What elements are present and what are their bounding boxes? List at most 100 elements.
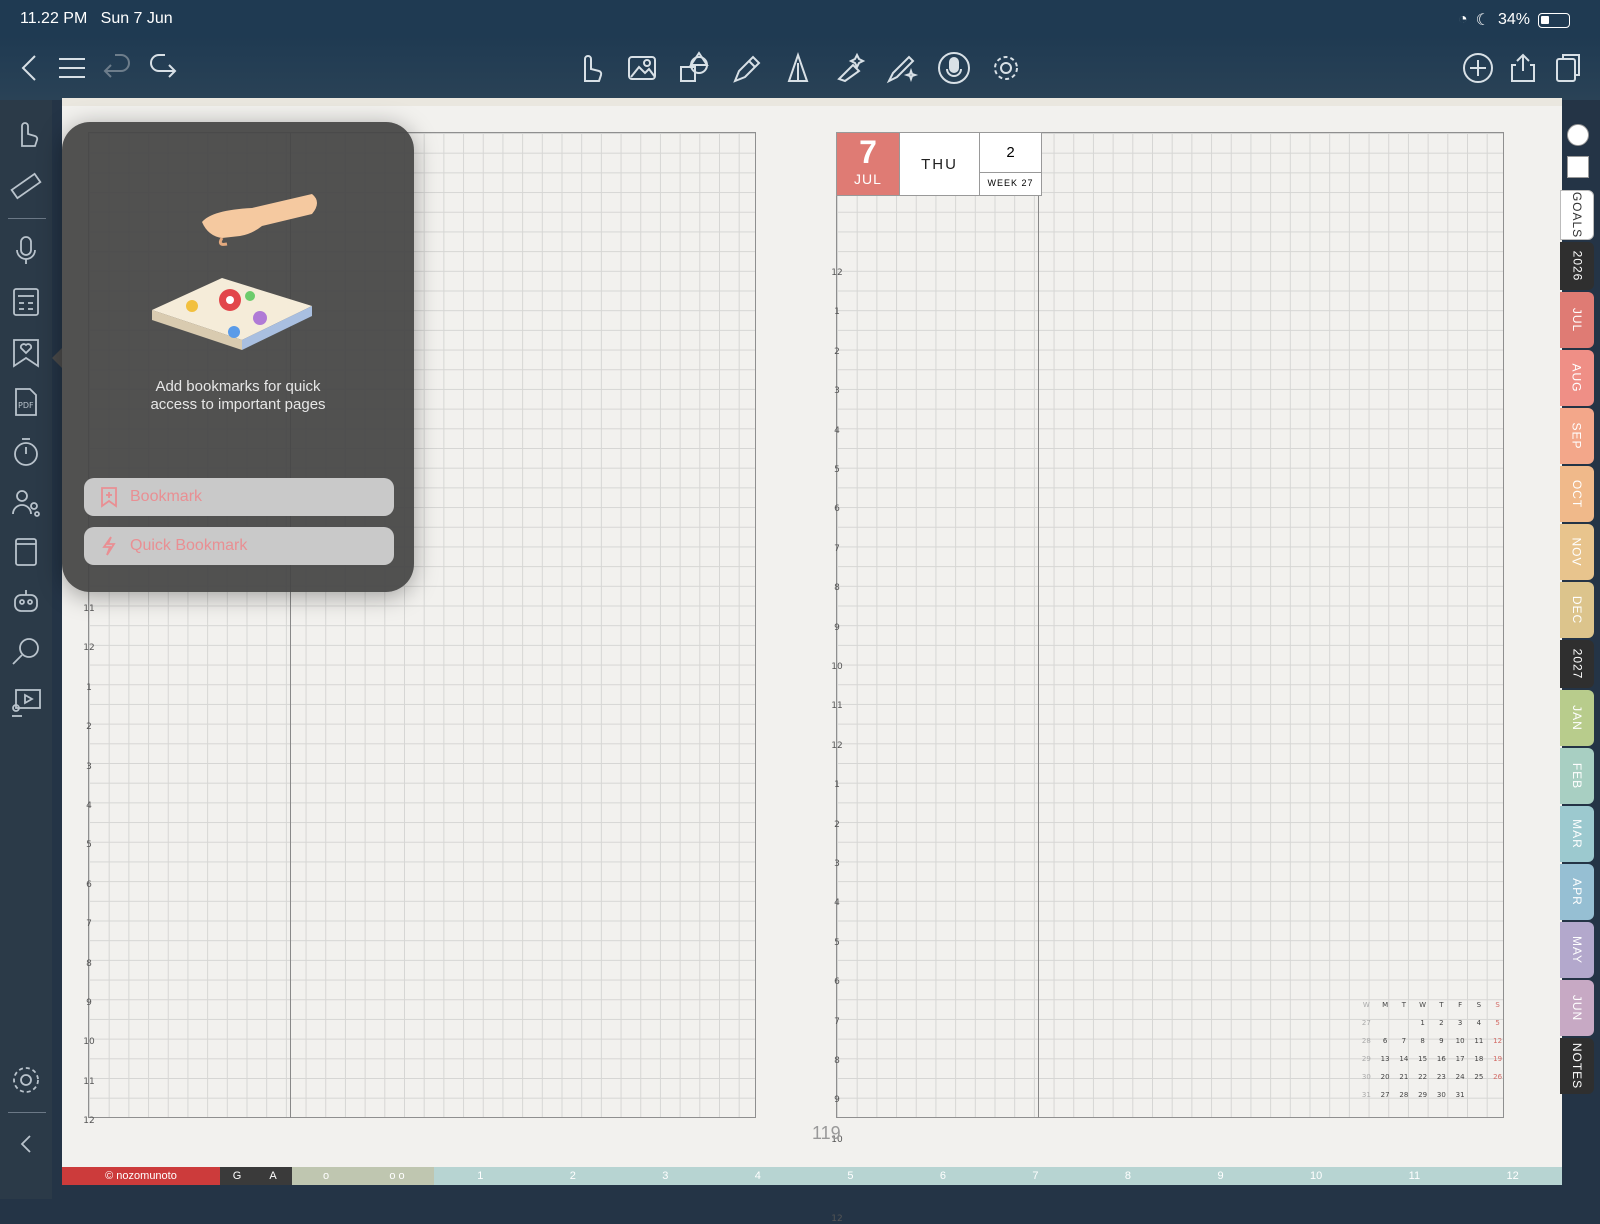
redo-icon[interactable] bbox=[142, 48, 182, 88]
image-icon[interactable] bbox=[622, 48, 662, 88]
hand-icon[interactable] bbox=[570, 48, 610, 88]
month-tab[interactable]: 8 bbox=[1125, 1170, 1131, 1182]
tab-feb[interactable]: FEB bbox=[1560, 748, 1594, 804]
month-tab[interactable]: 3 bbox=[662, 1170, 668, 1182]
month-tab[interactable]: 12 bbox=[1506, 1170, 1518, 1182]
pages-icon[interactable] bbox=[1548, 48, 1588, 88]
month-tab[interactable]: 4 bbox=[755, 1170, 761, 1182]
index-icon[interactable] bbox=[1567, 156, 1589, 178]
month-tab[interactable]: 1 bbox=[477, 1170, 483, 1182]
month-tab[interactable]: 10 bbox=[1310, 1170, 1322, 1182]
hand-icon[interactable] bbox=[8, 116, 44, 152]
share-people-icon[interactable] bbox=[8, 484, 44, 520]
calendar-day[interactable]: 6 bbox=[1376, 1032, 1395, 1050]
calendar-day[interactable]: 28 bbox=[1357, 1032, 1376, 1050]
timer-icon[interactable] bbox=[8, 434, 44, 470]
presentation-icon[interactable] bbox=[8, 684, 44, 720]
settings-icon[interactable] bbox=[8, 1062, 44, 1098]
tab-jan[interactable]: JAN bbox=[1560, 690, 1594, 746]
calendar-day[interactable]: 13 bbox=[1376, 1050, 1395, 1068]
calendar-day[interactable]: 5 bbox=[1488, 1014, 1507, 1032]
shapes-icon[interactable] bbox=[674, 48, 714, 88]
robot-icon[interactable] bbox=[8, 584, 44, 620]
bookmark-button[interactable]: Bookmark bbox=[84, 478, 394, 516]
month-tab[interactable]: 7 bbox=[1032, 1170, 1038, 1182]
calendar-day[interactable]: 31 bbox=[1451, 1086, 1470, 1104]
calendar-day[interactable]: 14 bbox=[1395, 1050, 1414, 1068]
calendar-day[interactable]: 8 bbox=[1413, 1032, 1432, 1050]
calendar-day[interactable]: 27 bbox=[1357, 1014, 1376, 1032]
calendar-day[interactable]: 11 bbox=[1470, 1032, 1489, 1050]
home-icon[interactable] bbox=[1567, 124, 1589, 146]
calendar-day[interactable]: 20 bbox=[1376, 1068, 1395, 1086]
tab-notes[interactable]: NOTES bbox=[1560, 1038, 1594, 1094]
calendar-day[interactable]: 22 bbox=[1413, 1068, 1432, 1086]
marker-icon[interactable] bbox=[726, 48, 766, 88]
month-tab[interactable]: 6 bbox=[940, 1170, 946, 1182]
tab-apr[interactable]: APR bbox=[1560, 864, 1594, 920]
lamp-icon[interactable] bbox=[778, 48, 818, 88]
add-icon[interactable] bbox=[1458, 48, 1498, 88]
calendar-day[interactable]: 19 bbox=[1488, 1050, 1507, 1068]
right-grid[interactable] bbox=[836, 132, 1504, 1118]
calendar-day[interactable]: 17 bbox=[1451, 1050, 1470, 1068]
microphone-icon[interactable] bbox=[8, 232, 44, 268]
magic-brush-icon[interactable] bbox=[830, 48, 870, 88]
quick-bookmark-button[interactable]: Quick Bookmark bbox=[84, 527, 394, 565]
calendar-day[interactable]: 24 bbox=[1451, 1068, 1470, 1086]
calendar-day[interactable]: 21 bbox=[1395, 1068, 1414, 1086]
calendar-day[interactable]: 9 bbox=[1432, 1032, 1451, 1050]
month-tab[interactable]: 2 bbox=[570, 1170, 576, 1182]
calendar-day[interactable] bbox=[1470, 1086, 1489, 1104]
tab-may[interactable]: MAY bbox=[1560, 922, 1594, 978]
share-icon[interactable] bbox=[1503, 48, 1543, 88]
calendar-day[interactable]: 4 bbox=[1470, 1014, 1489, 1032]
calendar-day[interactable]: 12 bbox=[1488, 1032, 1507, 1050]
tab-jun[interactable]: JUN bbox=[1560, 980, 1594, 1036]
tab-dec[interactable]: DEC bbox=[1560, 582, 1594, 638]
search-icon[interactable] bbox=[8, 634, 44, 670]
back-icon[interactable] bbox=[10, 48, 50, 88]
tab-mar[interactable]: MAR bbox=[1560, 806, 1594, 862]
calendar-day[interactable]: 16 bbox=[1432, 1050, 1451, 1068]
calendar-day[interactable]: 30 bbox=[1432, 1086, 1451, 1104]
calendar-day[interactable]: 23 bbox=[1432, 1068, 1451, 1086]
bookmark-heart-icon[interactable] bbox=[8, 334, 44, 370]
tab-jul[interactable]: JUL bbox=[1560, 292, 1594, 348]
calculator-icon[interactable] bbox=[8, 284, 44, 320]
calendar-day[interactable]: 15 bbox=[1413, 1050, 1432, 1068]
calendar-day[interactable] bbox=[1376, 1014, 1395, 1032]
calendar-day[interactable]: 29 bbox=[1357, 1050, 1376, 1068]
month-tab[interactable]: 5 bbox=[847, 1170, 853, 1182]
tab-aug[interactable]: AUG bbox=[1560, 350, 1594, 406]
menu-icon[interactable] bbox=[52, 48, 92, 88]
collapse-icon[interactable] bbox=[8, 1126, 44, 1162]
month-tab[interactable]: 9 bbox=[1217, 1170, 1223, 1182]
magic-pencil-icon[interactable] bbox=[882, 48, 922, 88]
month-tab[interactable]: 11 bbox=[1409, 1170, 1420, 1182]
microphone-icon[interactable] bbox=[934, 48, 974, 88]
calendar-day[interactable]: 30 bbox=[1357, 1068, 1376, 1086]
calendar-day[interactable]: 10 bbox=[1451, 1032, 1470, 1050]
calendar-day[interactable]: 1 bbox=[1413, 1014, 1432, 1032]
gear-icon[interactable] bbox=[986, 48, 1026, 88]
calendar-day[interactable]: 28 bbox=[1395, 1086, 1414, 1104]
calendar-day[interactable]: 26 bbox=[1488, 1068, 1507, 1086]
calendar-day[interactable]: 31 bbox=[1357, 1086, 1376, 1104]
calendar-day[interactable]: 25 bbox=[1470, 1068, 1489, 1086]
tab-2026[interactable]: 2026 bbox=[1560, 242, 1594, 290]
calendar-day[interactable]: 7 bbox=[1395, 1032, 1414, 1050]
tab-nov[interactable]: NOV bbox=[1560, 524, 1594, 580]
calendar-day[interactable]: 29 bbox=[1413, 1086, 1432, 1104]
calendar-day[interactable]: 18 bbox=[1470, 1050, 1489, 1068]
tab-2027[interactable]: 2027 bbox=[1560, 640, 1594, 688]
tab-goals[interactable]: GOALS bbox=[1560, 190, 1594, 240]
undo-icon[interactable] bbox=[98, 48, 138, 88]
tab-o2[interactable]: o o bbox=[360, 1167, 434, 1185]
calendar-day[interactable]: 27 bbox=[1376, 1086, 1395, 1104]
tab-sep[interactable]: SEP bbox=[1560, 408, 1594, 464]
calendar-day[interactable] bbox=[1395, 1014, 1414, 1032]
ruler-icon[interactable] bbox=[8, 168, 44, 204]
tab-oct[interactable]: OCT bbox=[1560, 466, 1594, 522]
calendar-day[interactable] bbox=[1488, 1086, 1507, 1104]
